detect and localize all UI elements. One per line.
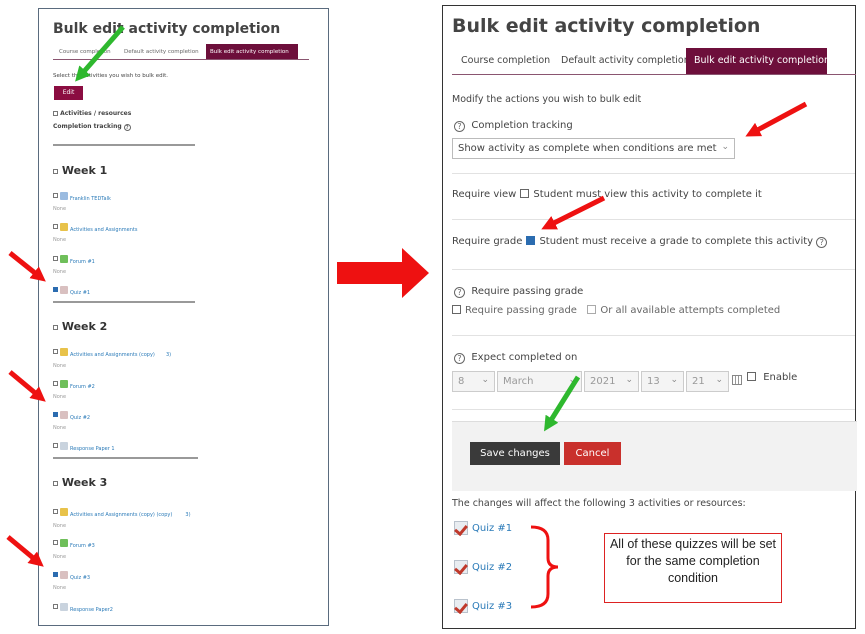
- red-arrow: [8, 251, 46, 282]
- big-right-arrow: [337, 248, 429, 298]
- green-arrow: [544, 375, 581, 432]
- green-arrow: [75, 25, 125, 82]
- annotation-overlay: [6, 25, 808, 609]
- red-arrow: [8, 370, 46, 402]
- red-brace: [530, 525, 559, 609]
- red-arrow: [745, 101, 808, 137]
- red-arrow: [6, 535, 44, 567]
- red-arrow: [541, 195, 606, 230]
